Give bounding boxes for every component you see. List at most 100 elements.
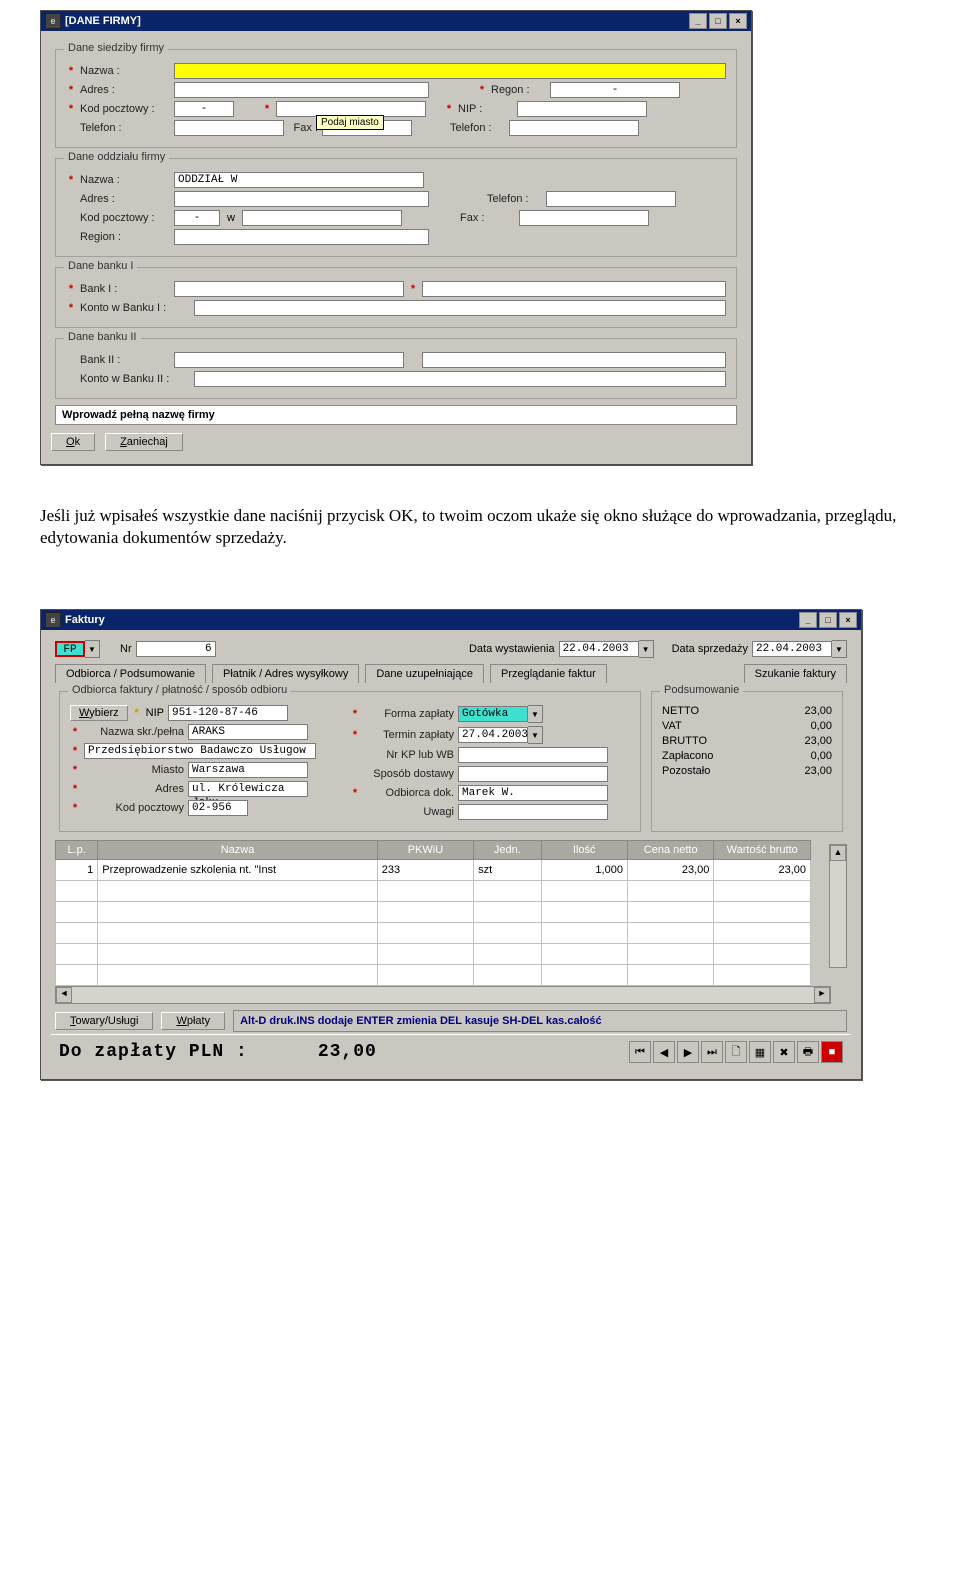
table-row[interactable] bbox=[56, 881, 811, 902]
bank1-input[interactable] bbox=[174, 281, 404, 297]
vertical-scrollbar[interactable]: ▲ bbox=[829, 844, 847, 968]
first-record-icon[interactable]: ⏮ bbox=[629, 1041, 651, 1063]
oddzial-miasto-input[interactable] bbox=[242, 210, 402, 226]
scroll-up-icon[interactable]: ▲ bbox=[830, 845, 846, 861]
nr-input[interactable]: 6 bbox=[136, 641, 216, 657]
miasto-input[interactable]: Warszawa bbox=[188, 762, 308, 778]
chevron-down-icon[interactable]: ▼ bbox=[832, 640, 847, 658]
regon-input[interactable]: - bbox=[550, 82, 680, 98]
konto1-input[interactable] bbox=[194, 300, 726, 316]
scroll-right-icon[interactable]: ► bbox=[814, 987, 830, 1003]
scroll-left-icon[interactable]: ◄ bbox=[56, 987, 72, 1003]
oddzial-kod-input[interactable]: - bbox=[174, 210, 220, 226]
maximize-button[interactable]: □ bbox=[709, 13, 727, 29]
horizontal-scrollbar[interactable]: ◄ ► bbox=[55, 986, 831, 1004]
new-record-icon[interactable]: 🗋 bbox=[725, 1041, 747, 1063]
forma-zaplaty-select[interactable]: Gotówka bbox=[458, 706, 528, 722]
grid-icon[interactable]: ▦ bbox=[749, 1041, 771, 1063]
tabs: Odbiorca / Podsumowanie Płatnik / Adres … bbox=[55, 664, 847, 683]
nip-input[interactable] bbox=[517, 101, 647, 117]
label-region: Region : bbox=[80, 231, 170, 243]
chevron-down-icon[interactable]: ▼ bbox=[85, 640, 100, 658]
minimize-button[interactable]: _ bbox=[689, 13, 707, 29]
oddzial-nazwa-input[interactable]: ODDZIAŁ W bbox=[174, 172, 424, 188]
label-brutto: BRUTTO bbox=[662, 735, 707, 747]
oddzial-telefon-input[interactable] bbox=[546, 191, 676, 207]
col-jedn[interactable]: Jedn. bbox=[474, 841, 541, 860]
delete-icon[interactable]: ✖ bbox=[773, 1041, 795, 1063]
nazwa-skr-input[interactable]: ARAKS bbox=[188, 724, 308, 740]
data-wystawienia-input[interactable]: 22.04.2003 bbox=[559, 641, 639, 657]
prev-record-icon[interactable]: ◀ bbox=[653, 1041, 675, 1063]
close-button[interactable]: × bbox=[839, 612, 857, 628]
cell-wart[interactable]: 23,00 bbox=[714, 860, 811, 881]
table-row[interactable] bbox=[56, 902, 811, 923]
tab-przegladanie[interactable]: Przeglądanie faktur bbox=[490, 664, 607, 683]
cell-nazwa[interactable]: Przeprowadzenie szkolenia nt. "Inst bbox=[98, 860, 378, 881]
table-row[interactable]: 1 Przeprowadzenie szkolenia nt. "Inst 23… bbox=[56, 860, 811, 881]
table-row[interactable] bbox=[56, 965, 811, 986]
label-sposob: Sposób dostawy bbox=[364, 768, 454, 780]
chevron-down-icon[interactable]: ▼ bbox=[639, 640, 654, 658]
chevron-down-icon[interactable]: ▼ bbox=[528, 726, 543, 744]
kod-input[interactable]: 02-956 bbox=[188, 800, 248, 816]
items-grid[interactable]: L.p. Nazwa PKWiU Jedn. Ilość Cena netto … bbox=[55, 840, 811, 986]
table-row[interactable] bbox=[56, 923, 811, 944]
col-cena[interactable]: Cena netto bbox=[627, 841, 713, 860]
bank1-extra-input[interactable] bbox=[422, 281, 726, 297]
oddzial-fax-input[interactable] bbox=[519, 210, 649, 226]
konto2-input[interactable] bbox=[194, 371, 726, 387]
cell-lp[interactable]: 1 bbox=[56, 860, 98, 881]
required-star: * bbox=[66, 174, 76, 186]
next-record-icon[interactable]: ▶ bbox=[677, 1041, 699, 1063]
termin-zaplaty-input[interactable]: 27.04.2003 bbox=[458, 727, 528, 743]
wybierz-button[interactable]: Wybierz bbox=[70, 705, 128, 721]
tab-platnik[interactable]: Płatnik / Adres wysyłkowy bbox=[212, 664, 359, 683]
col-nazwa[interactable]: Nazwa bbox=[98, 841, 378, 860]
sposob-dostawy-input[interactable] bbox=[458, 766, 608, 782]
tab-odbiorca[interactable]: Odbiorca / Podsumowanie bbox=[55, 664, 206, 683]
oddzial-region-input[interactable] bbox=[174, 229, 429, 245]
maximize-button[interactable]: □ bbox=[819, 612, 837, 628]
cell-ilosc[interactable]: 1,000 bbox=[541, 860, 627, 881]
oddzial-adres-input[interactable] bbox=[174, 191, 429, 207]
towary-button[interactable]: Towary/Usługi bbox=[55, 1012, 153, 1030]
table-row[interactable] bbox=[56, 944, 811, 965]
adres-input[interactable]: ul. Królewicza Jaku bbox=[188, 781, 308, 797]
telefon-input[interactable] bbox=[174, 120, 284, 136]
ok-button[interactable]: Ok bbox=[51, 433, 95, 451]
last-record-icon[interactable]: ⏭ bbox=[701, 1041, 723, 1063]
telefon2-input[interactable] bbox=[509, 120, 639, 136]
chevron-down-icon[interactable]: ▼ bbox=[528, 705, 543, 723]
close-button[interactable]: × bbox=[729, 13, 747, 29]
bank2-extra-input[interactable] bbox=[422, 352, 726, 368]
tab-dane-uzup[interactable]: Dane uzupełniające bbox=[365, 664, 484, 683]
cancel-button[interactable]: Zaniechaj bbox=[105, 433, 183, 451]
col-lp[interactable]: L.p. bbox=[56, 841, 98, 860]
stop-icon[interactable]: ■ bbox=[821, 1041, 843, 1063]
cell-jedn[interactable]: szt bbox=[474, 860, 541, 881]
tab-szukanie[interactable]: Szukanie faktury bbox=[744, 664, 847, 683]
col-wart[interactable]: Wartość brutto bbox=[714, 841, 811, 860]
nip-input[interactable]: 951-120-87-46 bbox=[168, 705, 288, 721]
nazwa-pelna-input[interactable]: Przedsiębiorstwo Badawczo Usługow bbox=[84, 743, 316, 759]
uwagi-input[interactable] bbox=[458, 804, 608, 820]
bank2-input[interactable] bbox=[174, 352, 404, 368]
cell-pkwiu[interactable]: 233 bbox=[377, 860, 473, 881]
col-ilosc[interactable]: Ilość bbox=[541, 841, 627, 860]
app-icon: e bbox=[45, 612, 61, 628]
nrkp-input[interactable] bbox=[458, 747, 608, 763]
required-star: * bbox=[350, 708, 360, 720]
data-sprzedazy-input[interactable]: 22.04.2003 bbox=[752, 641, 832, 657]
wplaty-button[interactable]: Wpłaty bbox=[161, 1012, 225, 1030]
odbiorca-dok-input[interactable]: Marek W. bbox=[458, 785, 608, 801]
kod-input[interactable]: - bbox=[174, 101, 234, 117]
minimize-button[interactable]: _ bbox=[799, 612, 817, 628]
adres-input[interactable] bbox=[174, 82, 429, 98]
nazwa-input[interactable] bbox=[174, 63, 726, 79]
cell-cena[interactable]: 23,00 bbox=[627, 860, 713, 881]
print-icon[interactable]: 🖶 bbox=[797, 1041, 819, 1063]
col-pkwiu[interactable]: PKWiU bbox=[377, 841, 473, 860]
app-icon: e bbox=[45, 13, 61, 29]
doc-type-select[interactable]: FP bbox=[55, 641, 85, 657]
